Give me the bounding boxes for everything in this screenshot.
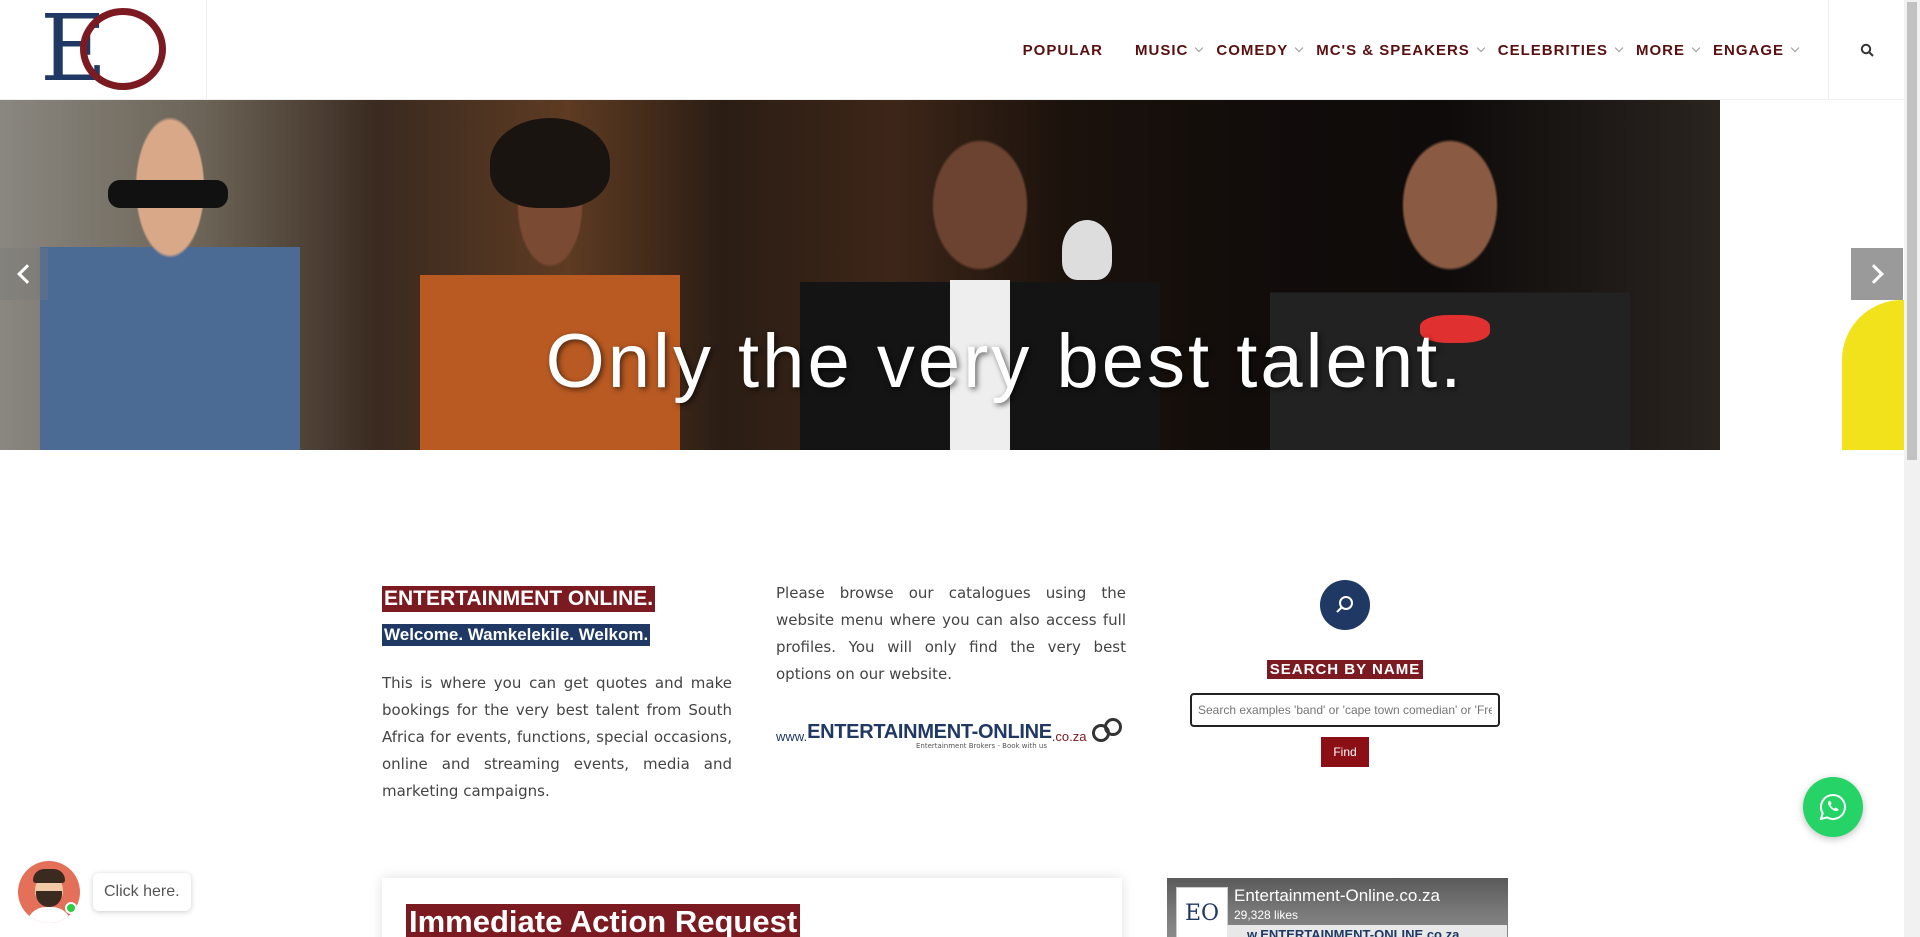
action-request-title: Immediate Action Request <box>406 904 801 937</box>
nav-item-engage[interactable]: ENGAGE <box>1712 41 1800 59</box>
chevron-down-icon <box>1294 43 1304 53</box>
facebook-page-logo: EO <box>1176 887 1228 937</box>
hero-tagline: Only the very best talent. <box>545 319 1465 404</box>
nav-item-celebrities[interactable]: CELEBRITIES <box>1497 41 1624 59</box>
chevron-left-icon <box>17 264 37 284</box>
site-logo[interactable]: E <box>40 3 170 95</box>
search-by-name-section: SEARCH BY NAME Find <box>1190 580 1500 767</box>
nav-item-label: POPULAR <box>1022 41 1104 59</box>
chat-bubble[interactable]: Click here. <box>93 873 191 911</box>
nav-item-label: MORE <box>1635 41 1685 59</box>
chevron-down-icon <box>1476 43 1486 53</box>
chevron-down-icon <box>1195 43 1204 53</box>
facebook-cover-banner: w.ENTERTAINMENT-ONLINE.co.za <box>1227 925 1507 937</box>
search-title: SEARCH BY NAME <box>1266 660 1424 679</box>
site-header: E POPULAR MUSIC COMEDY MC'S & SPEAKERS CELEB… <box>0 0 1904 100</box>
main-nav: POPULAR MUSIC COMEDY MC'S & SPEAKERS CELEBRI… <box>1009 0 1800 100</box>
intro-title: ENTERTAINMENT ONLINE. <box>382 586 656 612</box>
nav-item-label: ENGAGE <box>1712 41 1784 59</box>
site-wordmark: www. ENTERTAINMENT-ONLINE .co.za <box>776 718 1126 744</box>
nav-item-popular[interactable]: POPULAR <box>1023 42 1103 59</box>
search-circle-icon <box>1320 580 1370 630</box>
hero-slider: Only the very best talent. <box>0 100 1720 450</box>
scrollbar-thumb[interactable] <box>1907 2 1917 460</box>
nav-item-music[interactable]: MUSIC <box>1135 41 1204 59</box>
search-input[interactable] <box>1190 693 1500 727</box>
find-button[interactable]: Find <box>1321 737 1369 767</box>
whatsapp-button[interactable] <box>1803 777 1863 837</box>
logo-cell: E <box>0 0 207 100</box>
facebook-page-widget[interactable]: EO Entertainment-Online.co.za 29,328 lik… <box>1167 878 1508 937</box>
wordmark-suffix: .co.za <box>1051 729 1087 744</box>
nav-item-more[interactable]: MORE <box>1635 41 1701 59</box>
intro-body: This is where you can get quotes and mak… <box>382 674 732 800</box>
wordmark-main: ENTERTAINMENT-ONLINE <box>807 721 1052 743</box>
nav-item-label: CELEBRITIES <box>1497 41 1608 59</box>
wordmark-prefix: www. <box>776 729 808 744</box>
facebook-page-name[interactable]: Entertainment-Online.co.za <box>1234 886 1440 906</box>
nav-item-comedy[interactable]: COMEDY <box>1216 41 1304 59</box>
chevron-down-icon <box>1691 43 1701 53</box>
whatsapp-icon <box>1819 793 1846 821</box>
chevron-down-icon <box>1614 43 1624 53</box>
chevron-right-icon <box>1864 264 1884 284</box>
nav-item-label: COMEDY <box>1216 41 1289 59</box>
online-status-dot <box>65 902 77 914</box>
browse-section: Please browse our catalogues using the w… <box>776 580 1126 750</box>
chevron-down-icon <box>1790 43 1800 53</box>
slider-prev-button[interactable] <box>0 248 48 300</box>
nav-item-mc-s-speakers[interactable]: MC'S & SPEAKERS <box>1316 41 1486 59</box>
welcome-text: Welcome. Wamkelekile. Welkom. <box>382 624 651 646</box>
wordmark-logo-icon <box>1092 718 1124 744</box>
header-search-button[interactable] <box>1828 0 1904 100</box>
facebook-page-likes: 29,328 likes <box>1234 908 1299 922</box>
slider-next-button[interactable] <box>1851 248 1903 300</box>
nav-item-label: MUSIC <box>1135 41 1189 59</box>
nav-item-label: MC'S & SPEAKERS <box>1316 41 1470 59</box>
intro-section: ENTERTAINMENT ONLINE. Welcome. Wamkeleki… <box>382 586 732 805</box>
search-icon <box>1860 43 1874 57</box>
action-request-card: Immediate Action Request <box>382 878 1122 937</box>
browse-body: Please browse our catalogues using the w… <box>776 584 1126 683</box>
page-scrollbar[interactable] <box>1904 0 1920 937</box>
